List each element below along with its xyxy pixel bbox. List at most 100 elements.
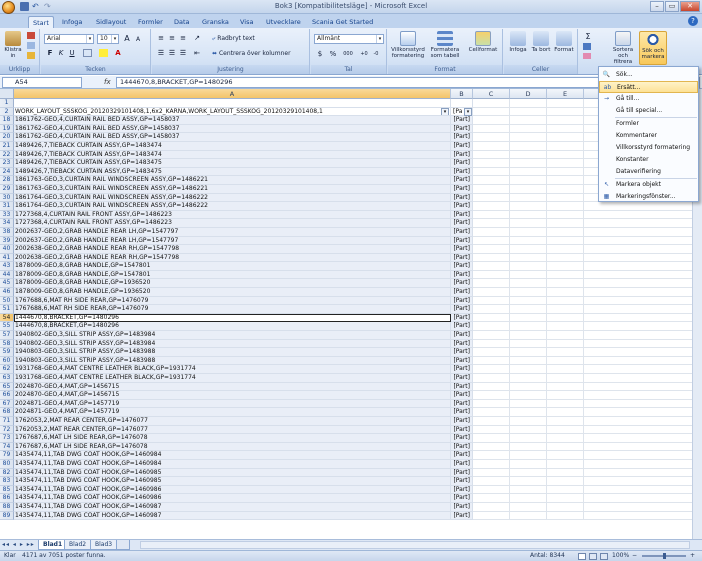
empty-cell[interactable]: [510, 236, 547, 246]
column-header-a[interactable]: A: [14, 89, 451, 99]
empty-cell[interactable]: [547, 159, 584, 168]
row-number[interactable]: 44: [0, 270, 14, 280]
column-header-b[interactable]: B: [451, 89, 473, 99]
empty-cell[interactable]: [510, 245, 547, 254]
cell-a[interactable]: 1861762-GEO,4,CURTAIN RAIL BED ASSY,GP=1…: [14, 116, 451, 125]
cell-b[interactable]: [Part]: [451, 227, 473, 237]
cell-b[interactable]: [Part]: [451, 416, 473, 426]
cell-b[interactable]: [Part]: [451, 116, 473, 125]
empty-cell[interactable]: [547, 408, 584, 417]
cell-b[interactable]: [Part]: [451, 210, 473, 220]
row-number[interactable]: 66: [0, 391, 14, 400]
select-all-corner[interactable]: [0, 89, 14, 99]
empty-cell[interactable]: [510, 107, 547, 117]
empty-cell[interactable]: [584, 322, 702, 332]
empty-cell[interactable]: [547, 141, 584, 151]
empty-cell[interactable]: [510, 141, 547, 151]
empty-cell[interactable]: [473, 116, 510, 125]
empty-cell[interactable]: [473, 141, 510, 151]
cell-b[interactable]: [Part]: [451, 202, 473, 211]
empty-cell[interactable]: [584, 408, 702, 417]
row-number[interactable]: 1: [0, 99, 14, 108]
tab-visa[interactable]: Visa: [236, 16, 257, 28]
cell-a[interactable]: 1489426,7,TIEBACK CURTAIN ASSY,GP=148347…: [14, 150, 451, 160]
row-number[interactable]: 29: [0, 184, 14, 194]
row-number[interactable]: 45: [0, 279, 14, 289]
empty-cell[interactable]: [584, 236, 702, 246]
sort-filter-button[interactable]: Sortera och filtrera: [609, 31, 637, 65]
cell-a[interactable]: 1861764-GEO,3,CURTAIN RAIL WINDSCREEN AS…: [14, 202, 451, 211]
empty-cell[interactable]: [547, 245, 584, 254]
cell-b[interactable]: [Part]: [451, 408, 473, 417]
cell-a[interactable]: 1861764-GEO,3,CURTAIN RAIL WINDSCREEN AS…: [14, 193, 451, 203]
cell-b[interactable]: [Part]: [451, 288, 473, 297]
filter-dropdown-icon[interactable]: ▾: [464, 107, 472, 116]
empty-cell[interactable]: [473, 331, 510, 340]
empty-cell[interactable]: [584, 245, 702, 254]
row-number[interactable]: 82: [0, 468, 14, 478]
empty-cell[interactable]: [547, 167, 584, 177]
cell-b[interactable]: [Part]: [451, 442, 473, 452]
empty-cell[interactable]: [584, 356, 702, 366]
menu-constants[interactable]: Konstanter: [599, 154, 698, 166]
menu-select-objects[interactable]: ↖ Markera objekt: [599, 179, 698, 191]
cell-b[interactable]: [Part]: [451, 331, 473, 340]
decrease-decimal-icon[interactable]: -0: [371, 50, 381, 59]
empty-cell[interactable]: [473, 434, 510, 443]
number-format-select[interactable]: Allmänt ▾: [314, 34, 384, 44]
row-number[interactable]: 63: [0, 374, 14, 383]
empty-cell[interactable]: [510, 416, 547, 426]
cell-a[interactable]: 1878009-GEO,8,GRAB HANDLE,GP=1936520: [14, 288, 451, 297]
conditional-formatting-button[interactable]: Villkorsstyrd formatering: [390, 31, 426, 59]
empty-cell[interactable]: [510, 442, 547, 452]
clear-icon[interactable]: [583, 53, 591, 59]
align-top-icon[interactable]: ≡: [156, 34, 166, 43]
cell-a[interactable]: 1767687,6,MAT LH SIDE REAR,GP=1476078: [14, 442, 451, 452]
empty-cell[interactable]: [473, 339, 510, 349]
fill-icon[interactable]: [583, 43, 591, 50]
help-icon[interactable]: ?: [688, 16, 698, 26]
empty-cell[interactable]: [510, 434, 547, 443]
zoom-slider-thumb[interactable]: [663, 553, 666, 559]
cell-b[interactable]: [Part]: [451, 193, 473, 203]
cell-b[interactable]: [Part]: [451, 141, 473, 151]
empty-cell[interactable]: [584, 459, 702, 469]
empty-cell[interactable]: [473, 322, 510, 332]
merge-center-button[interactable]: ⬌ Centrera över kolumner: [212, 49, 291, 58]
empty-cell[interactable]: [473, 176, 510, 185]
tab-utvecklare[interactable]: Utvecklare: [262, 16, 305, 28]
row-number[interactable]: 88: [0, 502, 14, 512]
cell-styles-button[interactable]: Cellformat: [466, 31, 500, 53]
empty-cell[interactable]: [584, 288, 702, 297]
cell-b[interactable]: [Part]: [451, 434, 473, 443]
indent-icon[interactable]: ⇤: [192, 49, 202, 58]
empty-cell[interactable]: [510, 270, 547, 280]
empty-cell[interactable]: [510, 262, 547, 271]
empty-cell[interactable]: [584, 468, 702, 478]
menu-replace[interactable]: ab Ersätt...: [599, 81, 698, 93]
cell-a[interactable]: 1940803-GEO,3,SILL STRIP ASSY,GP=1483988: [14, 348, 451, 357]
row-number[interactable]: 89: [0, 511, 14, 521]
row-number[interactable]: 31: [0, 202, 14, 211]
empty-cell[interactable]: [510, 494, 547, 503]
empty-cell[interactable]: [473, 313, 510, 323]
empty-cell[interactable]: [510, 176, 547, 185]
empty-cell[interactable]: [473, 399, 510, 409]
wrap-text-button[interactable]: ⤶ Radbryt text: [212, 34, 255, 43]
page-layout-icon[interactable]: [589, 553, 597, 560]
row-number[interactable]: 50: [0, 296, 14, 306]
empty-cell[interactable]: [584, 331, 702, 340]
cell-a[interactable]: 1727368,4,CURTAIN RAIL FRONT ASSY,GP=148…: [14, 219, 451, 228]
row-number[interactable]: 38: [0, 227, 14, 237]
cell-b[interactable]: [Part]: [451, 184, 473, 194]
row-number[interactable]: 41: [0, 253, 14, 263]
cell-b[interactable]: [Part]: [451, 279, 473, 289]
column-header-c[interactable]: C: [473, 89, 510, 99]
cell-b[interactable]: [Part]: [451, 356, 473, 366]
empty-cell[interactable]: [584, 253, 702, 263]
empty-cell[interactable]: [547, 227, 584, 237]
menu-comments[interactable]: Kommentarer: [599, 130, 698, 142]
empty-cell[interactable]: [510, 511, 547, 521]
zoom-out-button[interactable]: −: [632, 551, 637, 561]
tab-sidlayout[interactable]: Sidlayout: [92, 16, 130, 28]
